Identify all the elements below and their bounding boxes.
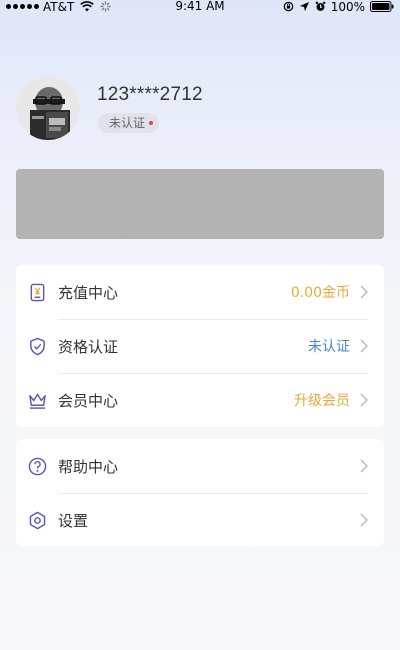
- account-menu-card: 充值中心 0.00金币 资格认证 未认证 会员中心 升级会员: [16, 265, 384, 427]
- shield-icon: [30, 337, 45, 355]
- status-bar: AT&T 9:41 AM 100%: [0, 0, 400, 14]
- avatar-photo: [16, 76, 80, 140]
- avatar[interactable]: [16, 76, 80, 140]
- status-right: 100%: [283, 0, 394, 14]
- chevron-right-icon: [360, 393, 368, 407]
- location-icon: [299, 1, 309, 12]
- chevron-right-icon: [360, 339, 368, 353]
- support-menu-card: 帮助中心 设置: [16, 439, 384, 546]
- notification-dot: [149, 121, 154, 125]
- orientation-lock-icon: [283, 1, 293, 12]
- qualification-status: 未认证: [308, 339, 350, 355]
- chevron-right-icon: [360, 459, 368, 473]
- alarm-icon: [315, 1, 326, 11]
- menu-item-qualification[interactable]: 资格认证 未认证: [16, 319, 384, 373]
- battery-icon: [370, 1, 394, 12]
- menu-item-help[interactable]: 帮助中心: [16, 439, 384, 493]
- username: 123****2712: [97, 84, 203, 105]
- menu-label-qualification: 资格认证: [58, 337, 119, 356]
- chevron-right-icon: [360, 285, 368, 299]
- chevron-right-icon: [360, 513, 368, 527]
- settings-icon: [29, 511, 46, 529]
- verify-status-label: 未认证: [109, 116, 146, 130]
- help-icon: [28, 457, 47, 475]
- battery-percent: 100%: [330, 0, 365, 14]
- menu-label-recharge: 充值中心: [58, 283, 119, 302]
- banner-placeholder[interactable]: [16, 169, 384, 239]
- verify-status-badge[interactable]: 未认证: [98, 113, 160, 133]
- gold-balance: 0.00金币: [290, 285, 350, 301]
- menu-label-help: 帮助中心: [58, 457, 119, 476]
- menu-item-settings[interactable]: 设置: [16, 493, 384, 547]
- wallet-icon: [30, 283, 45, 301]
- crown-icon: [29, 393, 46, 409]
- menu-label-membership: 会员中心: [58, 391, 119, 410]
- menu-label-settings: 设置: [58, 511, 89, 530]
- menu-item-membership[interactable]: 会员中心 升级会员: [16, 373, 384, 427]
- menu-item-recharge[interactable]: 充值中心 0.00金币: [16, 265, 384, 319]
- upgrade-membership-link: 升级会员: [294, 393, 350, 409]
